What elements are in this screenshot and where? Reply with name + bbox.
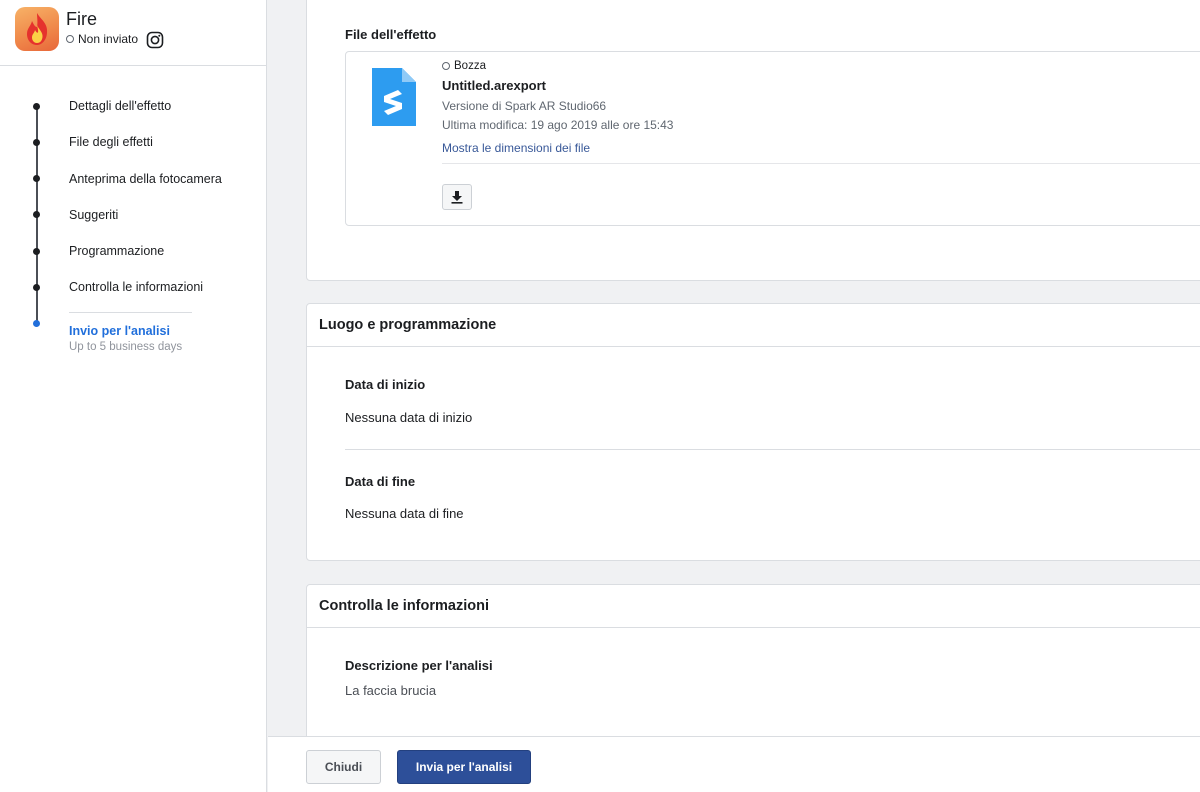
status-dot-icon bbox=[442, 62, 450, 70]
start-date-value: Nessuna data di inizio bbox=[345, 410, 473, 425]
review-description-value: La faccia brucia bbox=[345, 683, 437, 698]
show-file-sizes-link[interactable]: Mostra le dimensioni dei file bbox=[442, 141, 590, 155]
start-date-label: Data di inizio bbox=[345, 377, 426, 392]
step-dot-icon bbox=[33, 103, 40, 110]
sidebar: Fire Non inviato Dettagli dell'effetto F… bbox=[0, 0, 267, 792]
file-section-title: File dell'effetto bbox=[345, 27, 437, 42]
main-content: File dell'effetto Bozza Untitled.arexpor… bbox=[268, 0, 1200, 792]
end-date-label: Data di fine bbox=[345, 474, 416, 489]
project-header: Fire Non inviato bbox=[0, 0, 266, 66]
card-title: Luogo e programmazione bbox=[307, 304, 1200, 347]
step-camera-preview[interactable]: Anteprima della fotocamera bbox=[69, 172, 222, 186]
step-dot-icon bbox=[33, 139, 40, 146]
close-button[interactable]: Chiudi bbox=[306, 750, 381, 784]
file-box: Bozza Untitled.arexport Versione di Spar… bbox=[345, 51, 1200, 226]
project-status: Non inviato bbox=[66, 32, 138, 46]
step-review-info[interactable]: Controlla le informazioni bbox=[69, 280, 203, 294]
divider bbox=[442, 163, 1200, 164]
step-suggested[interactable]: Suggeriti bbox=[69, 208, 118, 222]
step-divider bbox=[69, 312, 192, 313]
step-submit-subtitle: Up to 5 business days bbox=[69, 341, 183, 353]
step-dot-active-icon bbox=[33, 320, 40, 327]
footer-bar: Chiudi Invia per l'analisi bbox=[268, 736, 1200, 792]
end-date-value: Nessuna data di fine bbox=[345, 506, 464, 521]
project-name: Fire bbox=[66, 9, 97, 29]
instagram-icon[interactable] bbox=[146, 31, 164, 49]
review-info-card: Controlla le informazioni Descrizione pe… bbox=[306, 584, 1200, 756]
divider bbox=[345, 449, 1200, 450]
review-description-label: Descrizione per l'analisi bbox=[345, 658, 493, 673]
fire-icon bbox=[15, 7, 59, 51]
step-dot-icon bbox=[33, 284, 40, 291]
file-version: Versione di Spark AR Studio66 bbox=[442, 99, 607, 113]
spark-file-icon bbox=[370, 66, 418, 133]
download-button[interactable] bbox=[442, 184, 472, 210]
file-status: Bozza bbox=[442, 60, 486, 72]
download-icon bbox=[451, 191, 463, 204]
step-submit-review[interactable]: Invio per l'analisi bbox=[69, 324, 170, 338]
project-status-label: Non inviato bbox=[78, 32, 139, 46]
step-scheduling[interactable]: Programmazione bbox=[69, 244, 164, 258]
file-name: Untitled.arexport bbox=[442, 78, 547, 93]
file-modified: Ultima modifica: 19 ago 2019 alle ore 15… bbox=[442, 118, 674, 132]
submit-review-button[interactable]: Invia per l'analisi bbox=[397, 750, 531, 784]
effect-files-card: File dell'effetto Bozza Untitled.arexpor… bbox=[306, 0, 1200, 281]
step-effect-details[interactable]: Dettagli dell'effetto bbox=[69, 99, 171, 113]
location-schedule-card: Luogo e programmazione Data di inizio Ne… bbox=[306, 303, 1200, 561]
step-dot-icon bbox=[33, 248, 40, 255]
file-status-label: Bozza bbox=[454, 60, 486, 72]
status-dot-icon bbox=[66, 35, 74, 43]
step-dot-icon bbox=[33, 175, 40, 182]
card-title: Controlla le informazioni bbox=[307, 585, 1200, 628]
step-dot-icon bbox=[33, 211, 40, 218]
step-effect-files[interactable]: File degli effetti bbox=[69, 135, 153, 149]
